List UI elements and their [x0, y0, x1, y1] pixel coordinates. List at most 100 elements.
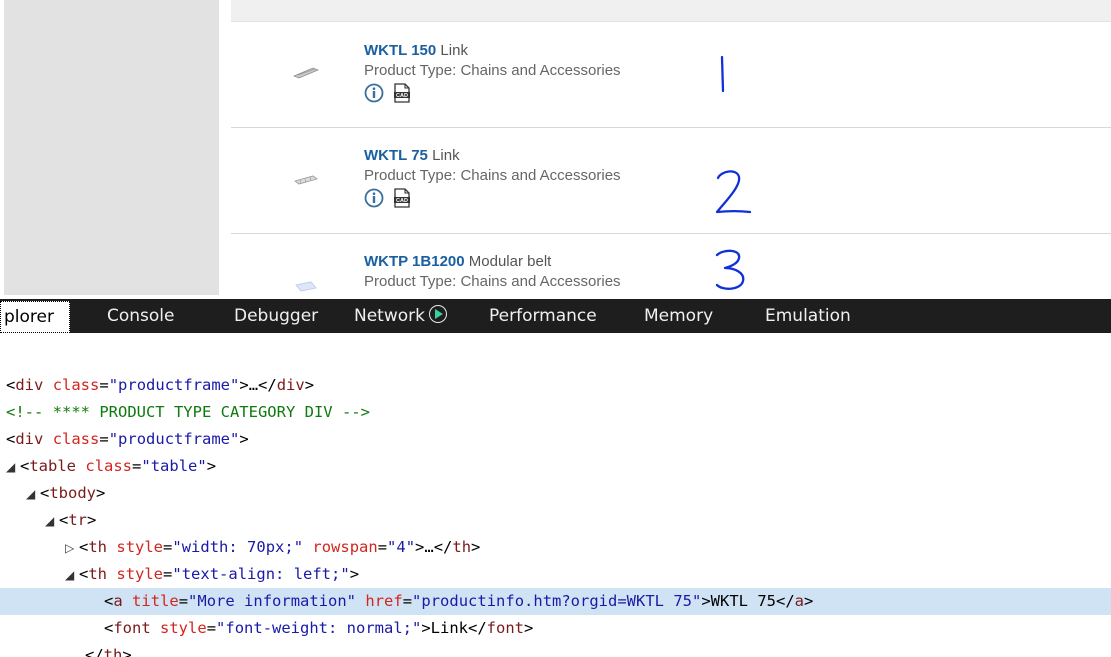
tag-bracket: > [206, 457, 217, 475]
tag-name: a [113, 592, 123, 610]
tag-name: div [15, 430, 44, 448]
handwritten-number-2 [713, 168, 753, 216]
collapse-triangle-icon[interactable]: ◢ [65, 562, 79, 589]
tag-name: th [103, 646, 123, 657]
product-title: WKTL 75 Link [364, 147, 621, 164]
dom-node-selected[interactable]: <a title="More information" href="produc… [0, 588, 1111, 615]
collapse-triangle-icon[interactable]: ◢ [6, 454, 20, 481]
product-actions: CAD [364, 188, 621, 208]
attr-value: "4" [387, 538, 416, 556]
product-list: WKTL 150 Link Product Type: Chains and A… [231, 0, 1111, 295]
dom-node[interactable]: ◢ <th style="text-align: left;"> [0, 561, 1111, 588]
tag-bracket: < [104, 592, 114, 610]
tag-bracket: > [471, 538, 481, 556]
tag-bracket: > [122, 646, 132, 657]
dom-node[interactable]: </th> [0, 642, 1111, 657]
product-actions: CAD [364, 83, 621, 103]
product-type: Product Type: Chains and Accessories [364, 62, 621, 79]
tab-console[interactable]: Console [107, 299, 175, 333]
tab-emulation[interactable]: Emulation [765, 299, 851, 333]
tag-name: table [29, 457, 77, 475]
product-thumbnail[interactable] [293, 173, 319, 187]
left-sidebar [4, 0, 219, 295]
dom-node[interactable]: <div class="productframe"> [0, 426, 1111, 453]
tag-bracket: < [6, 376, 16, 394]
tag-name: th [88, 538, 108, 556]
product-type: Product Type: Chains and Accessories [364, 273, 621, 290]
product-code-link[interactable]: WKTL 150 [364, 42, 436, 59]
attr-value: "table" [141, 457, 207, 475]
list-header-band [231, 0, 1111, 22]
tag-bracket: > [96, 484, 106, 502]
handwritten-number-3 [713, 248, 749, 292]
dom-comment[interactable]: <!-- **** PRODUCT TYPE CATEGORY DIV --> [0, 399, 1111, 426]
tab-dom-explorer[interactable]: plorer [0, 301, 70, 333]
attr-value: "productinfo.htm?orgid=WKTL 75" [412, 592, 702, 610]
attr-name: rowspan [312, 538, 378, 556]
attr-value: "productframe" [108, 376, 240, 394]
product-info: WKTL 75 Link Product Type: Chains and Ac… [364, 147, 621, 208]
tag-name: tbody [49, 484, 97, 502]
tag-name: div [276, 376, 305, 394]
tag-name: th [88, 565, 108, 583]
attr-name: title [132, 592, 179, 610]
product-title: WKTP 1B1200 Modular belt [364, 253, 621, 270]
attr-value: "font-weight: normal;" [216, 619, 422, 637]
attr-name: href [365, 592, 403, 610]
sidebar-gap [219, 0, 231, 295]
tag-name: th [452, 538, 472, 556]
attr-value: "width: 70px;" [172, 538, 304, 556]
tag-bracket: > [524, 619, 534, 637]
product-name: Link [440, 42, 468, 59]
product-code-link[interactable]: WKTP 1B1200 [364, 253, 465, 270]
product-info: WKTL 150 Link Product Type: Chains and A… [364, 42, 621, 103]
tag-name: font [113, 619, 151, 637]
attr-name: class [85, 457, 133, 475]
dom-node[interactable]: <div class="productframe">…</div> [0, 372, 1111, 399]
tag-bracket: < [59, 511, 69, 529]
dom-tree: <div class="productframe">…</div> <!-- *… [0, 372, 1111, 657]
dom-node[interactable]: ▷ <th style="width: 70px;" rowspan="4">…<… [0, 534, 1111, 561]
collapse-triangle-icon[interactable]: ◢ [26, 481, 40, 508]
dom-node[interactable]: <font style="font-weight: normal;">Link<… [0, 615, 1111, 642]
dom-node[interactable]: ◢ <tbody> [0, 480, 1111, 507]
product-info: WKTP 1B1200 Modular belt Product Type: C… [364, 253, 621, 290]
tag-bracket: < [6, 430, 16, 448]
attr-name: class [52, 376, 100, 394]
tab-performance[interactable]: Performance [489, 299, 597, 333]
info-icon[interactable] [364, 188, 384, 208]
product-type: Product Type: Chains and Accessories [364, 167, 621, 184]
tag-rest: >…</ [239, 376, 277, 394]
tag-bracket: > [349, 565, 360, 583]
tag-bracket: > [804, 592, 814, 610]
tag-bracket: < [40, 484, 50, 502]
svg-text:CAD: CAD [396, 93, 408, 99]
comment-text: <!-- **** PRODUCT TYPE CATEGORY DIV --> [6, 403, 370, 421]
product-name: Link [432, 147, 460, 164]
tag-bracket: > [304, 376, 315, 394]
tab-memory[interactable]: Memory [644, 299, 713, 333]
expand-triangle-icon[interactable]: ▷ [65, 535, 79, 562]
attr-value: "text-align: left;" [172, 565, 350, 583]
product-name: Modular belt [468, 253, 552, 270]
web-page: WKTL 150 Link Product Type: Chains and A… [0, 0, 1111, 295]
cad-icon[interactable]: CAD [392, 83, 412, 103]
dom-node[interactable]: ◢ <tr> [0, 507, 1111, 534]
tab-network[interactable]: Network [354, 299, 447, 333]
tab-debugger[interactable]: Debugger [234, 299, 318, 333]
collapse-triangle-icon[interactable]: ◢ [45, 508, 59, 535]
product-thumbnail[interactable] [293, 278, 319, 292]
cad-icon[interactable]: CAD [392, 188, 412, 208]
tag-name: div [15, 376, 44, 394]
tag-bracket: < [79, 565, 89, 583]
dom-node[interactable]: ◢ <table class="table"> [0, 453, 1111, 480]
product-code-link[interactable]: WKTL 75 [364, 147, 428, 164]
tag-bracket: < [20, 457, 30, 475]
tag-rest: >Link</ [421, 619, 487, 637]
product-title: WKTL 150 Link [364, 42, 621, 59]
tag-bracket: > [239, 430, 249, 448]
product-thumbnail[interactable] [293, 66, 319, 80]
tag-bracket: < [104, 619, 114, 637]
tag-rest: >WKTL 75</ [701, 592, 795, 610]
info-icon[interactable] [364, 83, 384, 103]
